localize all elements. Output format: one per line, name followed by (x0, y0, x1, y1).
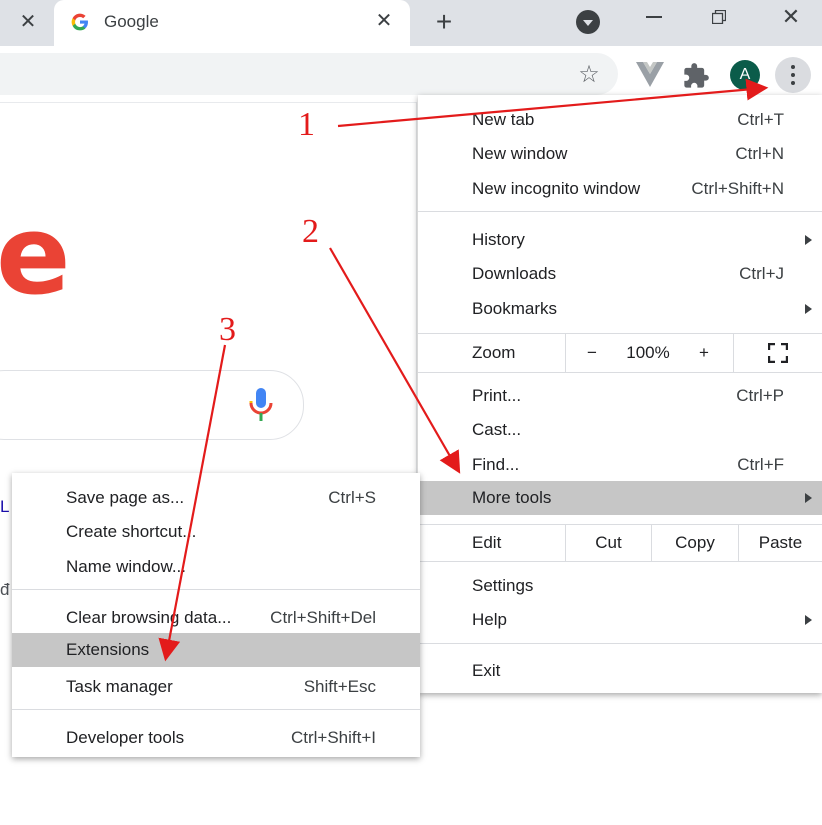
zoom-level: 100% (626, 343, 670, 362)
menu-item-label: History (472, 230, 525, 249)
menu-item-shortcut: Ctrl+F (737, 455, 784, 474)
menu-item-new-window[interactable]: New window Ctrl+N (418, 137, 822, 171)
submenu-item-shortcut: Ctrl+Shift+I (290, 728, 376, 747)
fullscreen-icon[interactable] (768, 343, 788, 363)
submenu-item-label: Extensions (66, 640, 150, 659)
submenu-item-name-window[interactable]: Name window... (12, 550, 420, 584)
star-icon[interactable]: ☆ (577, 63, 601, 87)
menu-item-label: New incognito window (472, 179, 641, 198)
extensions-puzzle-icon[interactable] (682, 62, 710, 90)
minimize-icon[interactable] (646, 16, 662, 18)
menu-item-label: Help (472, 610, 507, 629)
plus-icon[interactable]: + (430, 8, 458, 37)
menu-separator (418, 211, 822, 212)
page-text: đ (0, 580, 10, 599)
submenu-item-extensions[interactable]: Extensions (12, 633, 420, 667)
menu-item-label: Find... (472, 455, 520, 474)
submenu-item-shortcut: Ctrl+S (328, 488, 376, 507)
menu-item-help[interactable]: Help (418, 603, 822, 637)
submenu-item-clear-browsing-data[interactable]: Clear browsing data... Ctrl+Shift+Del (12, 601, 420, 635)
microphone-icon[interactable] (248, 388, 274, 422)
submenu-item-task-manager[interactable]: Task manager Shift+Esc (12, 670, 420, 704)
paste-button[interactable]: Paste (739, 525, 822, 561)
close-icon[interactable]: ✕ (780, 4, 802, 30)
menu-item-label: New window (472, 144, 568, 163)
edit-label: Edit (472, 533, 502, 552)
menu-separator (12, 709, 420, 710)
tab-search-icon[interactable] (576, 10, 600, 34)
menu-item-cast[interactable]: Cast... (418, 413, 822, 447)
submenu-arrow-icon (805, 235, 812, 245)
submenu-arrow-icon (805, 615, 812, 625)
menu-item-label: Cast... (472, 420, 522, 439)
avatar[interactable]: A (730, 60, 760, 90)
zoom-out-button[interactable]: − (566, 334, 618, 372)
menu-item-label: Settings (472, 576, 534, 595)
vue-devtools-icon[interactable] (636, 62, 664, 88)
menu-item-bookmarks[interactable]: Bookmarks (418, 292, 822, 326)
submenu-item-label: Name window... (66, 557, 186, 576)
menu-item-find[interactable]: Find... Ctrl+F (418, 448, 822, 482)
google-icon (71, 13, 88, 31)
page-divider (0, 102, 416, 103)
menu-item-downloads[interactable]: Downloads Ctrl+J (418, 257, 822, 291)
submenu-arrow-icon (805, 493, 812, 503)
menu-item-print[interactable]: Print... Ctrl+P (418, 379, 822, 413)
restore-icon[interactable] (712, 10, 726, 24)
submenu-item-shortcut: Shift+Esc (303, 677, 376, 696)
menu-item-exit[interactable]: Exit (418, 654, 822, 688)
submenu-item-create-shortcut[interactable]: Create shortcut... (12, 515, 420, 549)
submenu-item-label: Task manager (66, 677, 173, 696)
annotation-step-3: 3 (219, 311, 236, 348)
menu-item-label: Exit (472, 661, 501, 680)
submenu-arrow-icon (805, 304, 812, 314)
submenu-item-label: Save page as... (66, 488, 185, 507)
submenu-item-save-page[interactable]: Save page as... Ctrl+S (12, 481, 420, 515)
submenu-item-shortcut: Ctrl+Shift+Del (270, 608, 376, 627)
annotation-step-1: 1 (298, 106, 315, 143)
chrome-main-menu: New tab Ctrl+T New window Ctrl+N New inc… (418, 95, 822, 693)
menu-item-history[interactable]: History (418, 223, 822, 257)
menu-item-label: Print... (472, 386, 522, 405)
cut-button[interactable]: Cut (566, 525, 651, 561)
tab-google[interactable]: Google ✕ (54, 0, 410, 46)
zoom-label: Zoom (472, 343, 516, 362)
menu-separator (418, 561, 822, 562)
page-divider (416, 102, 417, 482)
menu-item-label: New tab (472, 110, 535, 129)
address-bar[interactable] (0, 53, 618, 95)
menu-item-shortcut: Ctrl+N (735, 144, 784, 163)
menu-separator (418, 643, 822, 644)
page-link[interactable]: L (0, 497, 9, 517)
annotation-step-2: 2 (302, 213, 319, 250)
menu-separator (12, 589, 420, 590)
edit-row: Edit Cut Copy Paste (418, 525, 822, 561)
google-logo-fragment: e (0, 191, 71, 319)
kebab-menu-icon[interactable] (775, 57, 811, 93)
menu-item-label: Downloads (472, 264, 557, 283)
submenu-item-label: Create shortcut... (66, 522, 197, 541)
menu-separator (418, 372, 822, 373)
menu-item-shortcut: Ctrl+T (737, 110, 784, 129)
menu-item-more-tools[interactable]: More tools (418, 481, 822, 515)
menu-item-label: Bookmarks (472, 299, 558, 318)
menu-item-new-tab[interactable]: New tab Ctrl+T (418, 103, 822, 137)
close-icon[interactable]: ✕ (16, 10, 40, 34)
menu-item-shortcut: Ctrl+J (739, 264, 784, 283)
menu-item-shortcut: Ctrl+Shift+N (691, 179, 784, 198)
copy-button[interactable]: Copy (652, 525, 738, 561)
menu-item-shortcut: Ctrl+P (736, 386, 784, 405)
more-tools-submenu: Save page as... Ctrl+S Create shortcut..… (12, 473, 420, 757)
menu-item-label: More tools (472, 488, 552, 507)
submenu-item-developer-tools[interactable]: Developer tools Ctrl+Shift+I (12, 721, 420, 755)
close-icon[interactable]: ✕ (372, 9, 396, 33)
submenu-item-label: Developer tools (66, 728, 185, 747)
zoom-row: Zoom − 100% + (418, 334, 822, 372)
zoom-in-button[interactable]: + (678, 334, 730, 372)
menu-item-settings[interactable]: Settings (418, 569, 822, 603)
menu-item-new-incognito-window[interactable]: New incognito window Ctrl+Shift+N (418, 172, 822, 206)
tab-title: Google (104, 12, 159, 31)
zoom-divider (733, 334, 734, 372)
submenu-item-label: Clear browsing data... (66, 608, 232, 627)
